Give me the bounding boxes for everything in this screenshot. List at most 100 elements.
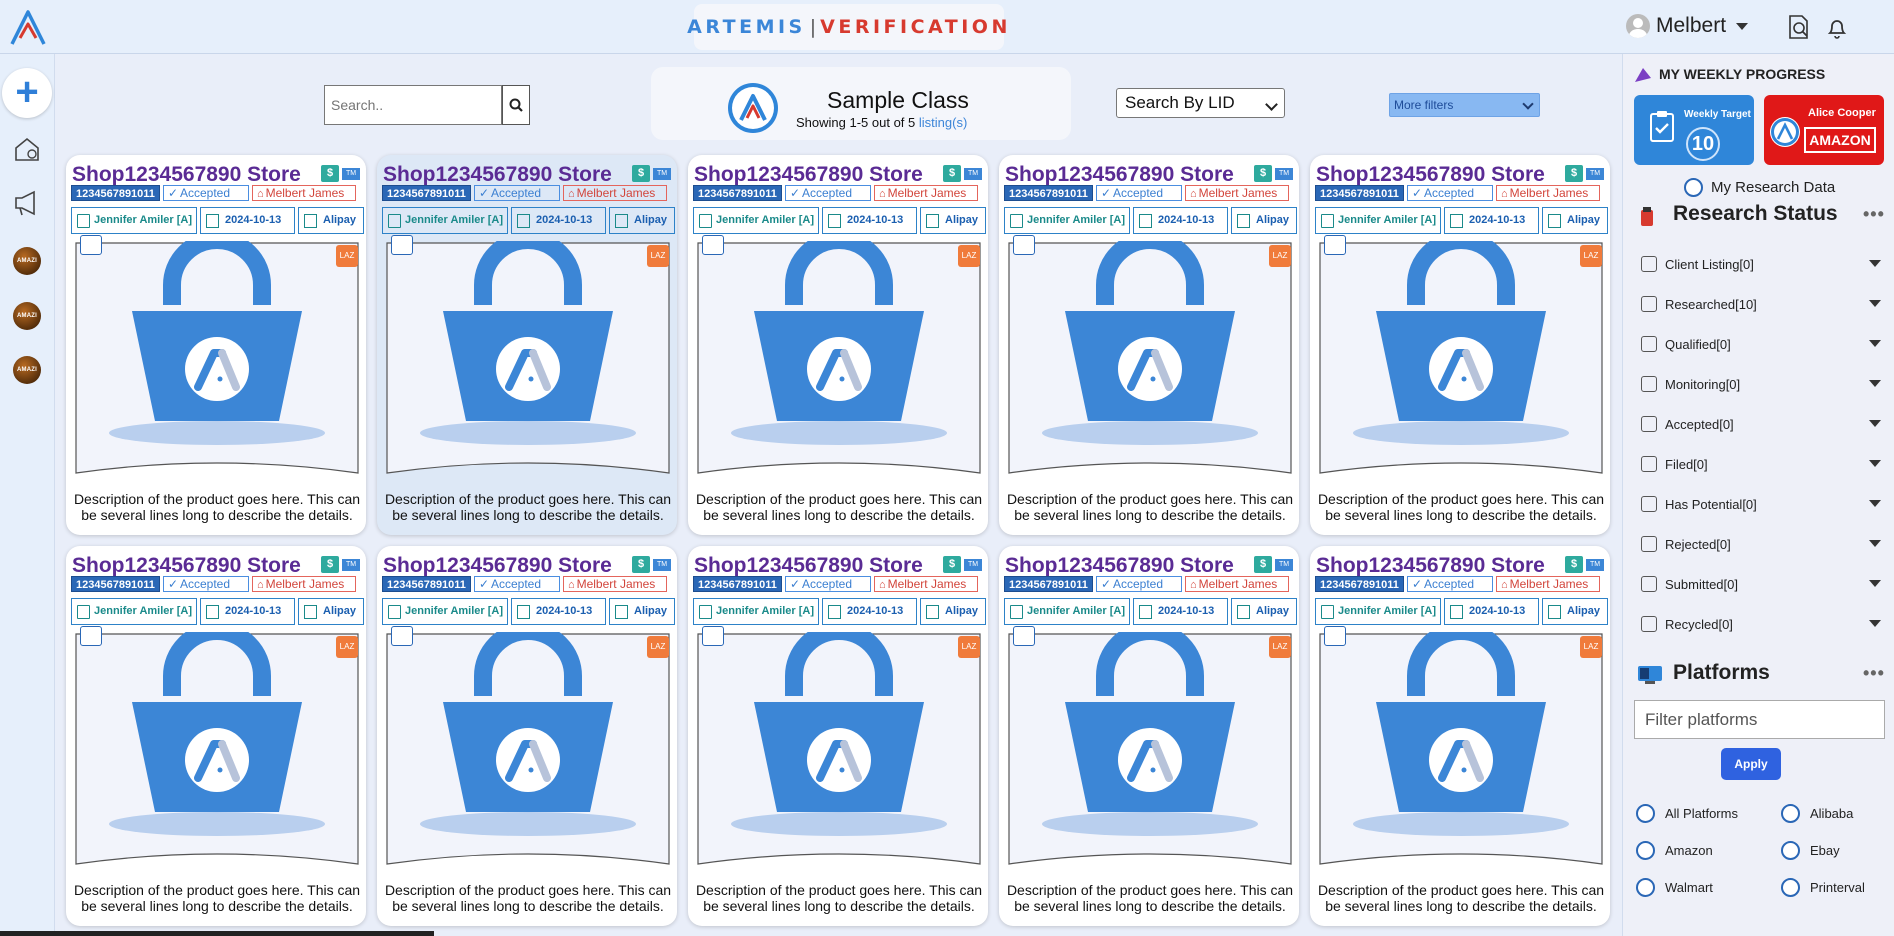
status-item[interactable]: Filed[0] [1641,452,1881,476]
card-description: Description of the product goes here. Th… [695,491,983,523]
user-menu[interactable]: Melbert [1626,12,1749,40]
card-title[interactable]: Shop1234567890 Store [1005,554,1234,578]
card-title[interactable]: Shop1234567890 Store [383,163,612,187]
status-label: Qualified[0] [1665,336,1731,352]
trademark-badge: TM [1586,559,1604,571]
status-item[interactable]: Submitted[0] [1641,572,1881,596]
chevron-down-icon[interactable] [1869,420,1881,427]
alice-platform: AMAZON [1804,127,1876,153]
status-item[interactable]: Rejected[0] [1641,532,1881,556]
chevron-down-icon[interactable] [1869,500,1881,507]
horizontal-scrollbar[interactable] [0,931,434,936]
alice-cooper-card[interactable]: Alice Cooper AMAZON [1764,95,1884,165]
platform-option[interactable]: Ebay [1781,841,1840,860]
chevron-down-icon[interactable] [1869,260,1881,267]
brand-left: ARTEMIS [687,16,806,38]
listing-card[interactable]: Shop1234567890 Store $ TM 1234567891011 … [377,155,677,535]
date-tag: 2024-10-13 [822,207,917,234]
listing-card[interactable]: Shop1234567890 Store $ TM 1234567891011 … [66,546,366,926]
workspace-amazi-1[interactable]: AMAZI [13,247,41,275]
select-checkbox[interactable] [1013,235,1035,255]
card-title[interactable]: Shop1234567890 Store [72,163,301,187]
date-tag: 2024-10-13 [822,598,917,625]
platform-option[interactable]: Printerval [1781,878,1865,897]
add-button[interactable]: + [2,68,52,118]
chevron-down-icon[interactable] [1869,340,1881,347]
select-checkbox[interactable] [80,626,102,646]
select-checkbox[interactable] [1013,626,1035,646]
lid-search-select[interactable]: Search By LID [1116,88,1285,118]
status-item[interactable]: Recycled[0] [1641,612,1881,636]
chevron-down-icon[interactable] [1869,460,1881,467]
select-checkbox[interactable] [1324,626,1346,646]
listing-link[interactable]: listing(s) [919,115,967,130]
card-title[interactable]: Shop1234567890 Store [694,163,923,187]
status-item[interactable]: Qualified[0] [1641,332,1881,356]
listing-card[interactable]: Shop1234567890 Store $ TM 1234567891011 … [66,155,366,535]
select-checkbox[interactable] [391,235,413,255]
radio-icon[interactable] [1636,878,1655,897]
chevron-down-icon[interactable] [1869,300,1881,307]
chevron-down-icon[interactable] [1869,540,1881,547]
listing-card[interactable]: Shop1234567890 Store $ TM 1234567891011 … [1310,155,1610,535]
chevron-down-icon[interactable] [1869,380,1881,387]
listing-card[interactable]: Shop1234567890 Store $ TM 1234567891011 … [377,546,677,926]
platform-option[interactable]: Alibaba [1781,804,1853,823]
status-item[interactable]: Client Listing[0] [1641,252,1881,276]
status-item[interactable]: Accepted[0] [1641,412,1881,436]
platform-option[interactable]: All Platforms [1636,804,1738,823]
chevron-down-icon[interactable] [1869,620,1881,627]
platform-filter-input[interactable]: Filter platforms [1634,700,1885,739]
more-filters-select[interactable]: More filters [1389,93,1540,117]
listing-card[interactable]: Shop1234567890 Store $ TM 1234567891011 … [1310,546,1610,926]
logo-icon[interactable] [8,8,48,48]
listing-card[interactable]: Shop1234567890 Store $ TM 1234567891011 … [999,155,1299,535]
listing-card[interactable]: Shop1234567890 Store $ TM 1234567891011 … [999,546,1299,926]
status-label: Researched[10] [1665,296,1757,312]
workspace-amazi-3[interactable]: AMAZI [13,356,41,384]
radio-icon[interactable] [1636,841,1655,860]
status-item[interactable]: Has Potential[0] [1641,492,1881,516]
research-status-more-icon[interactable]: ••• [1863,204,1885,225]
status-item[interactable]: Monitoring[0] [1641,372,1881,396]
home-icon[interactable] [12,134,42,164]
apply-button[interactable]: Apply [1721,748,1781,780]
radio-icon[interactable] [1636,804,1655,823]
card-title[interactable]: Shop1234567890 Store [1005,163,1234,187]
platform-option[interactable]: Amazon [1636,841,1713,860]
platform-logo-badge: LAZ [958,636,980,658]
trademark-badge: TM [1275,168,1293,180]
search-input[interactable] [324,85,502,125]
platforms-more-icon[interactable]: ••• [1863,663,1885,684]
weekly-target-card[interactable]: Weekly Target 10 [1634,95,1754,165]
radio-icon[interactable] [1781,878,1800,897]
card-title[interactable]: Shop1234567890 Store [1316,554,1545,578]
radio-icon[interactable] [1781,841,1800,860]
bell-icon[interactable] [1822,12,1852,42]
agent-badge: Melbert James [251,576,356,592]
select-checkbox[interactable] [702,235,724,255]
status-item[interactable]: Researched[10] [1641,292,1881,316]
card-title[interactable]: Shop1234567890 Store [383,554,612,578]
platform-option[interactable]: Walmart [1636,878,1713,897]
radio-icon[interactable] [1781,804,1800,823]
listing-card[interactable]: Shop1234567890 Store $ TM 1234567891011 … [688,546,988,926]
search-doc-icon[interactable] [1784,12,1814,42]
card-title[interactable]: Shop1234567890 Store [694,554,923,578]
radio-icon[interactable] [1684,178,1703,197]
select-checkbox[interactable] [702,626,724,646]
listing-card[interactable]: Shop1234567890 Store $ TM 1234567891011 … [688,155,988,535]
class-summary: Sample Class Showing 1-5 out of 5 listin… [651,67,1071,140]
my-research-data-toggle[interactable]: My Research Data [1684,178,1835,197]
card-title[interactable]: Shop1234567890 Store [1316,163,1545,187]
select-checkbox[interactable] [391,626,413,646]
chevron-down-icon[interactable] [1869,580,1881,587]
trademark-badge: TM [342,168,360,180]
megaphone-icon[interactable] [12,188,42,218]
select-checkbox[interactable] [80,235,102,255]
search-button[interactable] [502,85,530,125]
card-title[interactable]: Shop1234567890 Store [72,554,301,578]
researcher-tag: Jennifer Amiler [A] [693,598,819,625]
workspace-amazi-2[interactable]: AMAZI [13,302,41,330]
select-checkbox[interactable] [1324,235,1346,255]
